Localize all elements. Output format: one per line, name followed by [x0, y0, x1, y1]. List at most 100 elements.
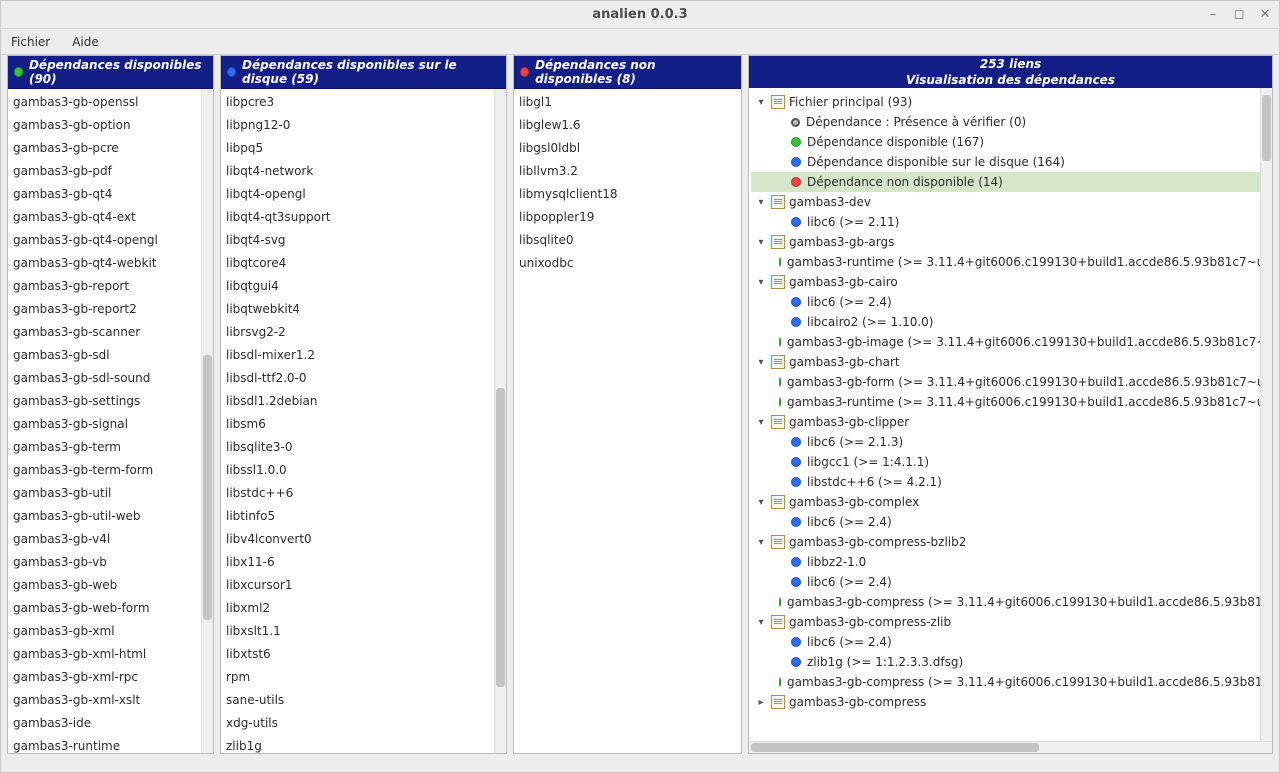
list-item[interactable]: libsdl1.2debian [221, 390, 506, 413]
list-item[interactable]: gambas3-gb-term-form [8, 459, 213, 482]
list-item[interactable]: libsm6 [221, 413, 506, 436]
tree-row[interactable]: ▾gambas3-gb-chart [751, 352, 1270, 372]
tree-row[interactable]: libc6 (>= 2.1.3) [751, 432, 1270, 452]
list-item[interactable]: unixodbc [514, 252, 741, 275]
list-item[interactable]: rpm [221, 666, 506, 689]
list-item[interactable]: libxtst6 [221, 643, 506, 666]
tree-row[interactable]: gambas3-runtime (>= 3.11.4+git6006.c1991… [751, 252, 1270, 272]
list-item[interactable]: libpq5 [221, 137, 506, 160]
list-item[interactable]: libqt4-qt3support [221, 206, 506, 229]
list-item[interactable]: gambas3-gb-xml-html [8, 643, 213, 666]
list-item[interactable]: gambas3-gb-qt4 [8, 183, 213, 206]
list-item[interactable]: gambas3-gb-option [8, 114, 213, 137]
list-item[interactable]: gambas3-gb-xml-xslt [8, 689, 213, 712]
tree-row[interactable]: libgcc1 (>= 1:4.1.1) [751, 452, 1270, 472]
list-item[interactable]: libllvm3.2 [514, 160, 741, 183]
list-item[interactable]: libsqlite3-0 [221, 436, 506, 459]
tree-row[interactable]: Dépendance non disponible (14) [751, 172, 1270, 192]
list-item[interactable]: libqt4-network [221, 160, 506, 183]
list-item[interactable]: libtinfo5 [221, 505, 506, 528]
list-item[interactable]: libsdl-ttf2.0-0 [221, 367, 506, 390]
triangle-right-icon[interactable]: ▸ [755, 697, 767, 708]
tree-scrollbar[interactable] [1260, 88, 1272, 753]
tree-row[interactable]: libstdc++6 (>= 4.2.1) [751, 472, 1270, 492]
menu-file[interactable]: Fichier [11, 35, 50, 49]
triangle-down-icon[interactable]: ▾ [755, 417, 767, 428]
list-item[interactable]: gambas3-gb-vb [8, 551, 213, 574]
list-item[interactable]: gambas3-gb-pcre [8, 137, 213, 160]
list-item[interactable]: gambas3-gb-qt4-opengl [8, 229, 213, 252]
list-item[interactable]: libqtcore4 [221, 252, 506, 275]
disk-scrollbar[interactable] [494, 89, 506, 753]
triangle-down-icon[interactable]: ▾ [755, 97, 767, 108]
tree-row[interactable]: Dépendance disponible sur le disque (164… [751, 152, 1270, 172]
list-item[interactable]: libqtwebkit4 [221, 298, 506, 321]
menu-help[interactable]: Aide [72, 35, 99, 49]
list-item[interactable]: librsvg2-2 [221, 321, 506, 344]
triangle-down-icon[interactable]: ▾ [755, 237, 767, 248]
maximize-button[interactable]: ◻ [1231, 7, 1247, 22]
list-item[interactable]: gambas3-gb-qt4-webkit [8, 252, 213, 275]
dependency-tree[interactable]: ▾Fichier principal (93)Dépendance : Prés… [749, 88, 1272, 753]
triangle-down-icon[interactable]: ▾ [755, 357, 767, 368]
tree-row[interactable]: libcairo2 (>= 1.10.0) [751, 312, 1270, 332]
tree-row[interactable]: libc6 (>= 2.4) [751, 512, 1270, 532]
list-item[interactable]: gambas3-gb-settings [8, 390, 213, 413]
list-item[interactable]: libpng12-0 [221, 114, 506, 137]
list-item[interactable]: gambas3-gb-report2 [8, 298, 213, 321]
list-item[interactable]: libssl1.0.0 [221, 459, 506, 482]
list-item[interactable]: zlib1g [221, 735, 506, 753]
list-item[interactable]: gambas3-gb-xml-rpc [8, 666, 213, 689]
triangle-down-icon[interactable]: ▾ [755, 197, 767, 208]
tree-row[interactable]: zlib1g (>= 1:1.2.3.3.dfsg) [751, 652, 1270, 672]
list-item[interactable]: sane-utils [221, 689, 506, 712]
tree-row[interactable]: Dépendance : Présence à vérifier (0) [751, 112, 1270, 132]
tree-row[interactable]: libc6 (>= 2.4) [751, 572, 1270, 592]
list-item[interactable]: libstdc++6 [221, 482, 506, 505]
list-item[interactable]: gambas3-gb-openssl [8, 91, 213, 114]
disk-list[interactable]: libpcre3libpng12-0libpq5libqt4-networkli… [221, 89, 506, 753]
list-item[interactable]: gambas3-gb-sdl-sound [8, 367, 213, 390]
list-item[interactable]: gambas3-gb-signal [8, 413, 213, 436]
available-scrollbar[interactable] [201, 89, 213, 753]
list-item[interactable]: gambas3-gb-pdf [8, 160, 213, 183]
tree-row[interactable]: Dépendance disponible (167) [751, 132, 1270, 152]
list-item[interactable]: gambas3-gb-web [8, 574, 213, 597]
list-item[interactable]: libpcre3 [221, 91, 506, 114]
tree-row[interactable]: gambas3-runtime (>= 3.11.4+git6006.c1991… [751, 392, 1270, 412]
tree-row[interactable]: ▸gambas3-gb-compress [751, 692, 1270, 712]
tree-row[interactable]: ▾gambas3-gb-cairo [751, 272, 1270, 292]
tree-row[interactable]: ▾Fichier principal (93) [751, 92, 1270, 112]
list-item[interactable]: libqt4-opengl [221, 183, 506, 206]
list-item[interactable]: libxml2 [221, 597, 506, 620]
triangle-down-icon[interactable]: ▾ [755, 537, 767, 548]
triangle-down-icon[interactable]: ▾ [755, 617, 767, 628]
list-item[interactable]: gambas3-gb-util-web [8, 505, 213, 528]
list-item[interactable]: gambas3-gb-scanner [8, 321, 213, 344]
unavailable-list[interactable]: libgl1libglew1.6libgsl0ldbllibllvm3.2lib… [514, 89, 741, 753]
list-item[interactable]: libpoppler19 [514, 206, 741, 229]
tree-row[interactable]: ▾gambas3-gb-compress-bzlib2 [751, 532, 1270, 552]
list-item[interactable]: xdg-utils [221, 712, 506, 735]
list-item[interactable]: libmysqlclient18 [514, 183, 741, 206]
list-item[interactable]: gambas3-gb-util [8, 482, 213, 505]
list-item[interactable]: libxslt1.1 [221, 620, 506, 643]
tree-row[interactable]: ▾gambas3-gb-compress-zlib [751, 612, 1270, 632]
tree-row[interactable]: ▾gambas3-gb-clipper [751, 412, 1270, 432]
triangle-down-icon[interactable]: ▾ [755, 497, 767, 508]
tree-horizontal-scrollbar[interactable] [749, 741, 1272, 753]
tree-row[interactable]: ▾gambas3-gb-args [751, 232, 1270, 252]
list-item[interactable]: gambas3-gb-qt4-ext [8, 206, 213, 229]
list-item[interactable]: libsdl-mixer1.2 [221, 344, 506, 367]
available-list[interactable]: gambas3-gb-opensslgambas3-gb-optiongamba… [8, 89, 213, 753]
list-item[interactable]: gambas3-gb-web-form [8, 597, 213, 620]
tree-row[interactable]: ▾gambas3-gb-complex [751, 492, 1270, 512]
tree-row[interactable]: gambas3-gb-compress (>= 3.11.4+git6006.c… [751, 672, 1270, 692]
list-item[interactable]: libv4lconvert0 [221, 528, 506, 551]
list-item[interactable]: libgsl0ldbl [514, 137, 741, 160]
list-item[interactable]: gambas3-gb-term [8, 436, 213, 459]
tree-row[interactable]: libc6 (>= 2.4) [751, 632, 1270, 652]
triangle-down-icon[interactable]: ▾ [755, 277, 767, 288]
tree-row[interactable]: libc6 (>= 2.4) [751, 292, 1270, 312]
list-item[interactable]: libsqlite0 [514, 229, 741, 252]
